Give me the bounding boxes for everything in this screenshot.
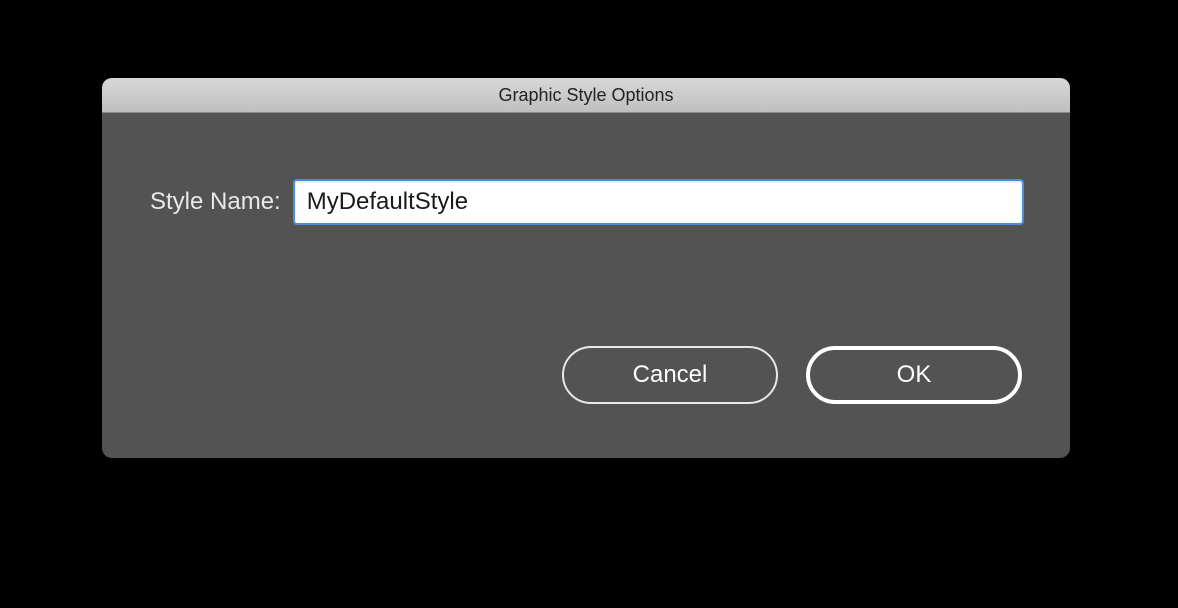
dialog-title: Graphic Style Options <box>498 85 673 106</box>
style-name-row: Style Name: <box>150 181 1022 223</box>
cancel-button-label: Cancel <box>633 361 708 389</box>
ok-button-label: OK <box>897 361 932 389</box>
style-name-input[interactable] <box>295 181 1022 223</box>
graphic-style-options-dialog: Graphic Style Options Style Name: Cancel… <box>102 78 1070 458</box>
ok-button[interactable]: OK <box>806 346 1022 404</box>
dialog-content: Style Name: Cancel OK <box>102 113 1070 458</box>
cancel-button[interactable]: Cancel <box>562 346 778 404</box>
style-name-label: Style Name: <box>150 188 281 216</box>
dialog-titlebar: Graphic Style Options <box>102 78 1070 113</box>
dialog-button-row: Cancel OK <box>562 346 1022 404</box>
